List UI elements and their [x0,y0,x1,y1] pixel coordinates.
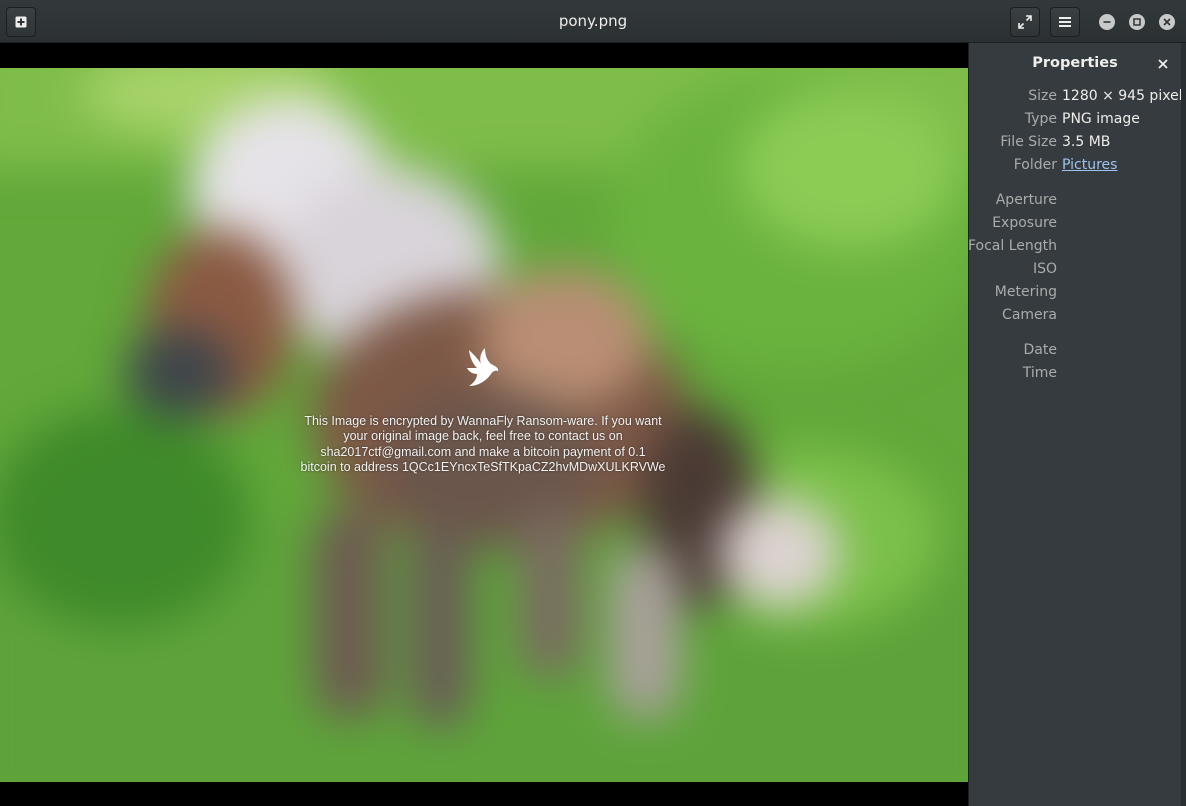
close-window-button[interactable] [1159,14,1175,30]
close-icon [1163,18,1171,26]
window-title: pony.png [558,12,628,30]
property-label: Metering [994,284,1057,300]
property-time: Time [969,363,1186,383]
maximize-icon [1133,18,1141,26]
plus-box-icon [15,16,27,28]
property-label: Size [1028,88,1057,104]
close-properties-button[interactable] [1153,54,1173,74]
fullscreen-icon [1018,15,1032,29]
property-label: Focal Length [967,238,1057,254]
image-canvas[interactable]: This Image is encrypted by WannaFly Rans… [0,43,968,806]
property-value: 3.5 MB [1062,134,1111,150]
property-value: 1280 × 945 pixels [1062,88,1186,104]
property-camera: Camera [969,305,1186,325]
blurred-pony-image: This Image is encrypted by WannaFly Rans… [0,68,968,782]
menu-button[interactable] [1050,7,1080,37]
minimize-icon [1103,21,1111,23]
property-iso: ISO [969,259,1186,279]
property-aperture: Aperture [969,190,1186,210]
property-file-size: File Size 3.5 MB [969,132,1186,152]
dove-icon [467,348,499,386]
property-type: Type PNG image [969,109,1186,129]
property-label: Exposure [992,215,1057,231]
property-folder: Folder Pictures [969,155,1186,175]
property-value: PNG image [1062,111,1140,127]
properties-title: Properties [1032,55,1118,71]
property-date: Date [969,340,1186,360]
open-with-button[interactable] [6,7,36,37]
properties-sidebar: Properties Size 1280 × 945 pixels Type P… [968,43,1186,806]
folder-link[interactable]: Pictures [1062,155,1117,175]
property-label: Aperture [995,192,1057,208]
close-icon [1158,59,1168,69]
header-bar: pony.png [0,0,1186,43]
property-metering: Metering [969,282,1186,302]
property-focal-length: Focal Length [967,236,1186,256]
minimize-button[interactable] [1099,14,1115,30]
maximize-button[interactable] [1129,14,1145,30]
property-size: Size 1280 × 945 pixels [969,86,1186,106]
hamburger-menu-icon [1059,17,1071,27]
fullscreen-button[interactable] [1010,7,1040,37]
property-label: Date [1023,342,1057,358]
property-exposure: Exposure [969,213,1186,233]
property-label: ISO [1032,261,1057,277]
ransom-message: This Image is encrypted by WannaFly Rans… [300,414,666,475]
property-label: Folder [1013,157,1057,173]
ransom-note: This Image is encrypted by WannaFly Rans… [270,346,696,476]
property-label: Camera [1002,307,1057,323]
image-viewer-window: pony.png This Image is encrypted by Wann… [0,0,1186,806]
property-label: Time [1022,365,1057,381]
window-edge [1181,43,1186,806]
property-label: File Size [1000,134,1057,150]
property-label: Type [1024,111,1057,127]
